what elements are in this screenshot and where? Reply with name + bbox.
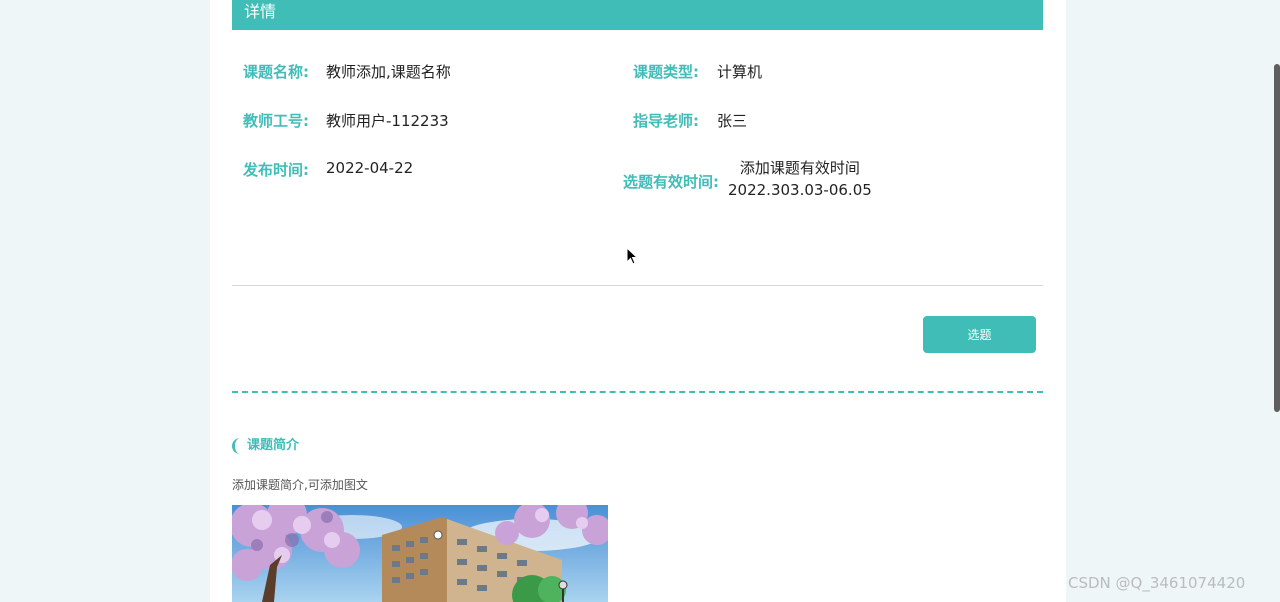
topic-type-value: 计算机 [717,63,763,81]
scrollbar[interactable] [1274,0,1280,602]
advisor-value: 张三 [717,112,748,130]
watermark: CSDN @Q_3461074420 [1068,574,1246,592]
intro-text: 添加课题简介,可添加图文 [232,478,368,492]
select-topic-button[interactable]: 选题 [923,316,1036,353]
detail-page: 详情 课题名称: 教师添加,课题名称 课题类型: 计算机 教师工号: 教师用户-… [210,0,1066,602]
advisor-label: 指导老师: [633,112,699,130]
topic-name-label: 课题名称: [243,63,309,81]
teacher-id-value: 教师用户-112233 [326,112,449,130]
detail-header-title: 详情 [244,2,277,21]
dashed-divider [232,391,1043,393]
valid-time-line1: 添加课题有效时间 [739,159,860,177]
valid-time-value: 添加课题有效时间 2022.303.03-06.05 [728,157,872,201]
scrollbar-thumb[interactable] [1274,64,1280,412]
topic-name-value: 教师添加,课题名称 [326,63,451,81]
valid-time-label: 选题有效时间: [623,173,719,191]
publish-time-value: 2022-04-22 [326,159,414,177]
intro-section-title: 课题简介 [232,434,299,454]
valid-time-line2: 2022.303.03-06.05 [728,181,872,199]
publish-time-label: 发布时间: [243,161,309,179]
divider [232,285,1043,286]
bracket-icon [232,437,243,454]
detail-header: 详情 [232,0,1043,30]
campus-image [232,505,608,602]
intro-section-title-text: 课题简介 [247,438,300,453]
mouse-cursor-icon [626,247,638,265]
teacher-id-label: 教师工号: [243,112,309,130]
topic-type-label: 课题类型: [633,63,699,81]
